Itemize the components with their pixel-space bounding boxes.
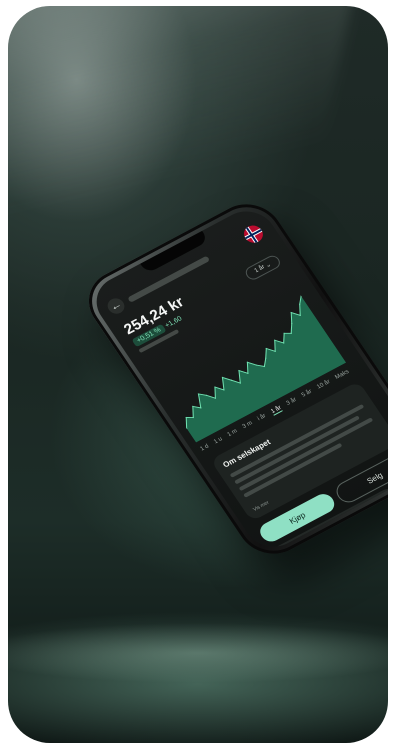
- hero-background: ← 254,24 kr +0,51 % +1,60 1 år ⌄ 1 d1 u1…: [8, 6, 388, 743]
- nav-item-label: Aksjer: [349, 519, 363, 529]
- bank-icon: ▥: [313, 527, 326, 539]
- nav-item-hjem[interactable]: ⌂ Hjem: [283, 544, 299, 557]
- norway-flag-icon: [240, 222, 267, 246]
- time-tab[interactable]: 3 år: [285, 397, 298, 408]
- phone-device: ← 254,24 kr +0,51 % +1,60 1 år ⌄ 1 d1 u1…: [75, 192, 388, 566]
- time-tab[interactable]: Maks: [334, 369, 351, 382]
- time-tab[interactable]: 5 år: [301, 389, 314, 400]
- back-arrow-icon[interactable]: ←: [104, 295, 128, 317]
- chevron-down-icon: ⌄: [264, 261, 273, 269]
- home-icon: ⌂: [284, 544, 294, 555]
- time-tab[interactable]: 3 m: [242, 420, 255, 431]
- time-tab[interactable]: i år: [257, 413, 268, 423]
- phone-screen: ← 254,24 kr +0,51 % +1,60 1 år ⌄ 1 d1 u1…: [85, 201, 388, 557]
- nav-item-aksjer[interactable]: ▮ Aksjer: [342, 508, 363, 529]
- period-select[interactable]: 1 år ⌄: [243, 253, 283, 282]
- nav-item-label: Fond: [317, 534, 329, 544]
- time-tab[interactable]: 10 år: [316, 379, 332, 391]
- time-tab[interactable]: 1 u: [213, 436, 224, 446]
- show-more-link[interactable]: Vis mer: [252, 500, 270, 513]
- time-tab[interactable]: 1 d: [199, 444, 210, 454]
- floor-glow: [8, 623, 388, 683]
- nav-item-label: Mer: [381, 501, 388, 510]
- time-tab[interactable]: 1 år: [270, 405, 284, 416]
- nav-item-fond[interactable]: ▥ Fond: [313, 527, 329, 544]
- chart-icon: ▮: [342, 508, 360, 525]
- more-icon: •••: [376, 493, 388, 506]
- nav-item-label: Hjem: [287, 550, 299, 557]
- nav-item-mer[interactable]: ••• Mer: [376, 493, 388, 510]
- time-tab[interactable]: 1 m: [227, 428, 240, 439]
